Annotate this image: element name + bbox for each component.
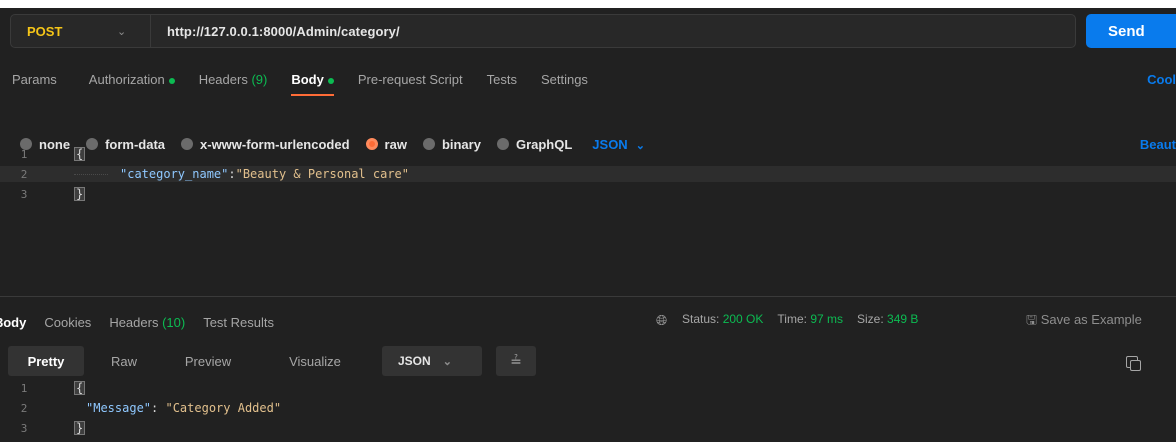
pane-divider[interactable] bbox=[0, 296, 1176, 297]
code-line: 2 "Message": "Category Added" bbox=[0, 400, 1176, 416]
view-raw[interactable]: Raw bbox=[96, 346, 152, 376]
tab-response-body[interactable]: 3ody bbox=[0, 315, 26, 330]
json-colon: : bbox=[228, 167, 236, 181]
tab-label: Headers bbox=[109, 314, 159, 330]
time-value: 97 ms bbox=[810, 312, 843, 326]
json-value: "Category Added" bbox=[165, 401, 282, 415]
status-label: Status: bbox=[682, 312, 720, 326]
tab-test-results[interactable]: Test Results bbox=[203, 315, 274, 330]
tab-label: Pre-request Script bbox=[357, 72, 463, 87]
tab-label: Settings bbox=[540, 72, 588, 87]
headers-count: (10) bbox=[162, 314, 186, 330]
brace-close: } bbox=[74, 187, 86, 201]
view-preview[interactable]: Preview bbox=[170, 346, 246, 376]
save-icon: 🖫︎ bbox=[1026, 312, 1038, 327]
chevron-down-icon: ⌄ bbox=[117, 25, 127, 38]
json-colon: : bbox=[151, 401, 166, 415]
size-info[interactable]: Size: 349 B bbox=[857, 312, 918, 326]
tab-body[interactable]: Body bbox=[291, 62, 334, 96]
code-line: 1 { bbox=[0, 380, 1176, 396]
view-visualize[interactable]: Visualize bbox=[270, 346, 360, 376]
globe-icon[interactable]: 🌐︎ bbox=[656, 312, 667, 329]
tab-label: Params bbox=[12, 72, 57, 87]
request-body-editor[interactable]: 1 { 2 "category_name": "Beauty & Personal… bbox=[0, 146, 1176, 296]
tab-authorization[interactable]: Authorization bbox=[89, 62, 175, 87]
request-url-bar: POST ⌄ http://127.0.0.1:8000/Admin/categ… bbox=[10, 14, 1076, 48]
brace-open: { bbox=[74, 147, 86, 161]
response-view-controls: Pretty Raw Preview Visualize JSON ⌄ ≟ bbox=[0, 346, 1176, 376]
line-number: 2 bbox=[20, 167, 28, 181]
active-indicator-dot bbox=[168, 77, 175, 84]
tab-label: Headers bbox=[198, 72, 248, 87]
line-number: 3 bbox=[20, 421, 28, 435]
tab-pre-request-script[interactable]: Pre-request Script bbox=[358, 62, 463, 87]
line-number: 3 bbox=[20, 187, 28, 201]
copy-icon[interactable] bbox=[1126, 356, 1141, 371]
format-label: JSON bbox=[398, 354, 431, 368]
line-number: 1 bbox=[20, 147, 28, 161]
code-line: 3 } bbox=[0, 420, 1176, 436]
view-pretty[interactable]: Pretty bbox=[8, 346, 84, 376]
tab-response-cookies[interactable]: Cookies bbox=[44, 315, 91, 330]
code-line: 2 "category_name": "Beauty & Personal car… bbox=[0, 166, 1176, 182]
brace-close: } bbox=[74, 421, 86, 435]
status-info[interactable]: Status: 200 OK bbox=[682, 312, 763, 326]
code-line: 3 } bbox=[0, 186, 1176, 202]
chevron-down-icon: ⌄ bbox=[442, 355, 452, 368]
response-format-select[interactable]: JSON ⌄ bbox=[382, 346, 482, 376]
method-label: POST bbox=[27, 23, 63, 39]
request-tabs: Params Authorization Headers (9) Body Pr… bbox=[0, 62, 1176, 96]
tab-headers[interactable]: Headers (9) bbox=[199, 62, 268, 87]
brace-open: { bbox=[74, 381, 86, 395]
response-body-viewer: 1 { 2 "Message": "Category Added" 3 } bbox=[0, 380, 1176, 442]
status-value: 200 OK bbox=[722, 312, 764, 326]
tab-label: Body bbox=[291, 72, 324, 87]
json-key: "Message" bbox=[86, 401, 152, 415]
cookies-link[interactable]: Cool bbox=[1147, 72, 1176, 87]
window-top-strip bbox=[0, 0, 1176, 8]
line-number: 1 bbox=[20, 381, 28, 395]
line-number: 2 bbox=[20, 401, 28, 415]
headers-count: (9) bbox=[251, 72, 268, 87]
size-label: Size: bbox=[857, 312, 884, 326]
tab-label: Tests bbox=[486, 72, 517, 87]
send-button[interactable]: Send bbox=[1086, 14, 1176, 48]
save-as-example-button[interactable]: 🖫︎ Save as Example bbox=[1026, 311, 1142, 333]
response-tabs: 3ody Cookies Headers (10) Test Results bbox=[0, 310, 1176, 334]
save-label: Save as Example bbox=[1040, 312, 1142, 327]
response-status: Status: 200 OK Time: 97 ms Size: 349 B bbox=[682, 312, 918, 326]
tab-tests[interactable]: Tests bbox=[487, 62, 517, 87]
tab-settings[interactable]: Settings bbox=[541, 62, 588, 87]
json-value: "Beauty & Personal care" bbox=[235, 167, 409, 181]
json-key: "category_name" bbox=[120, 167, 229, 181]
code-line: 1 { bbox=[0, 146, 1176, 162]
tab-response-headers[interactable]: Headers (10) bbox=[109, 315, 185, 330]
active-indicator-dot bbox=[327, 77, 334, 84]
indent-guide bbox=[74, 173, 108, 175]
time-info[interactable]: Time: 97 ms bbox=[777, 312, 843, 326]
url-input[interactable]: http://127.0.0.1:8000/Admin/category/ bbox=[151, 24, 400, 39]
wrap-lines-icon[interactable]: ≟ bbox=[496, 346, 536, 376]
method-select[interactable]: POST ⌄ bbox=[11, 15, 151, 47]
tab-label: Authorization bbox=[88, 72, 165, 87]
size-value: 349 B bbox=[887, 312, 919, 326]
tab-params[interactable]: Params bbox=[12, 62, 57, 87]
time-label: Time: bbox=[777, 312, 807, 326]
